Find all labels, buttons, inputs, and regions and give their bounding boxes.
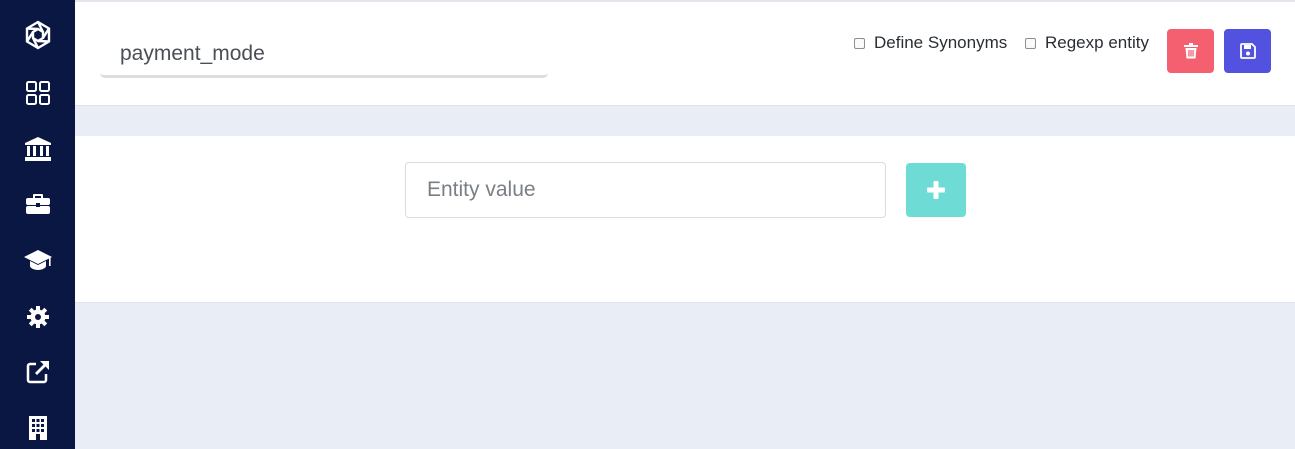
define-synonyms-checkbox[interactable] (854, 37, 865, 49)
trash-icon (1183, 43, 1198, 59)
regexp-entity-checkbox[interactable] (1025, 37, 1036, 49)
building-icon[interactable] (22, 412, 54, 444)
entity-name-input[interactable] (100, 32, 548, 78)
sidebar (0, 0, 75, 449)
floppy-disk-icon (1239, 43, 1256, 59)
entity-value-input[interactable] (405, 162, 886, 218)
add-entity-value-button[interactable] (906, 163, 966, 217)
define-synonyms-toggle[interactable]: Define Synonyms (854, 32, 1007, 54)
save-button[interactable] (1224, 29, 1271, 73)
briefcase-icon[interactable] (22, 188, 54, 220)
regexp-entity-toggle[interactable]: Regexp entity (1025, 32, 1149, 54)
bank-icon[interactable] (22, 133, 54, 165)
dashboard-grid-icon[interactable] (22, 77, 54, 109)
delete-button[interactable] (1167, 29, 1214, 73)
define-synonyms-label: Define Synonyms (874, 33, 1008, 52)
external-link-icon[interactable] (22, 356, 54, 388)
regexp-entity-label: Regexp entity (1045, 33, 1149, 52)
plus-icon (927, 181, 945, 199)
entity-header: Define Synonyms Regexp entity (75, 0, 1295, 106)
gear-icon[interactable] (22, 301, 54, 333)
graduation-cap-icon[interactable] (22, 244, 54, 276)
brand-logo-icon[interactable] (22, 19, 54, 51)
entity-values-panel (75, 136, 1295, 303)
